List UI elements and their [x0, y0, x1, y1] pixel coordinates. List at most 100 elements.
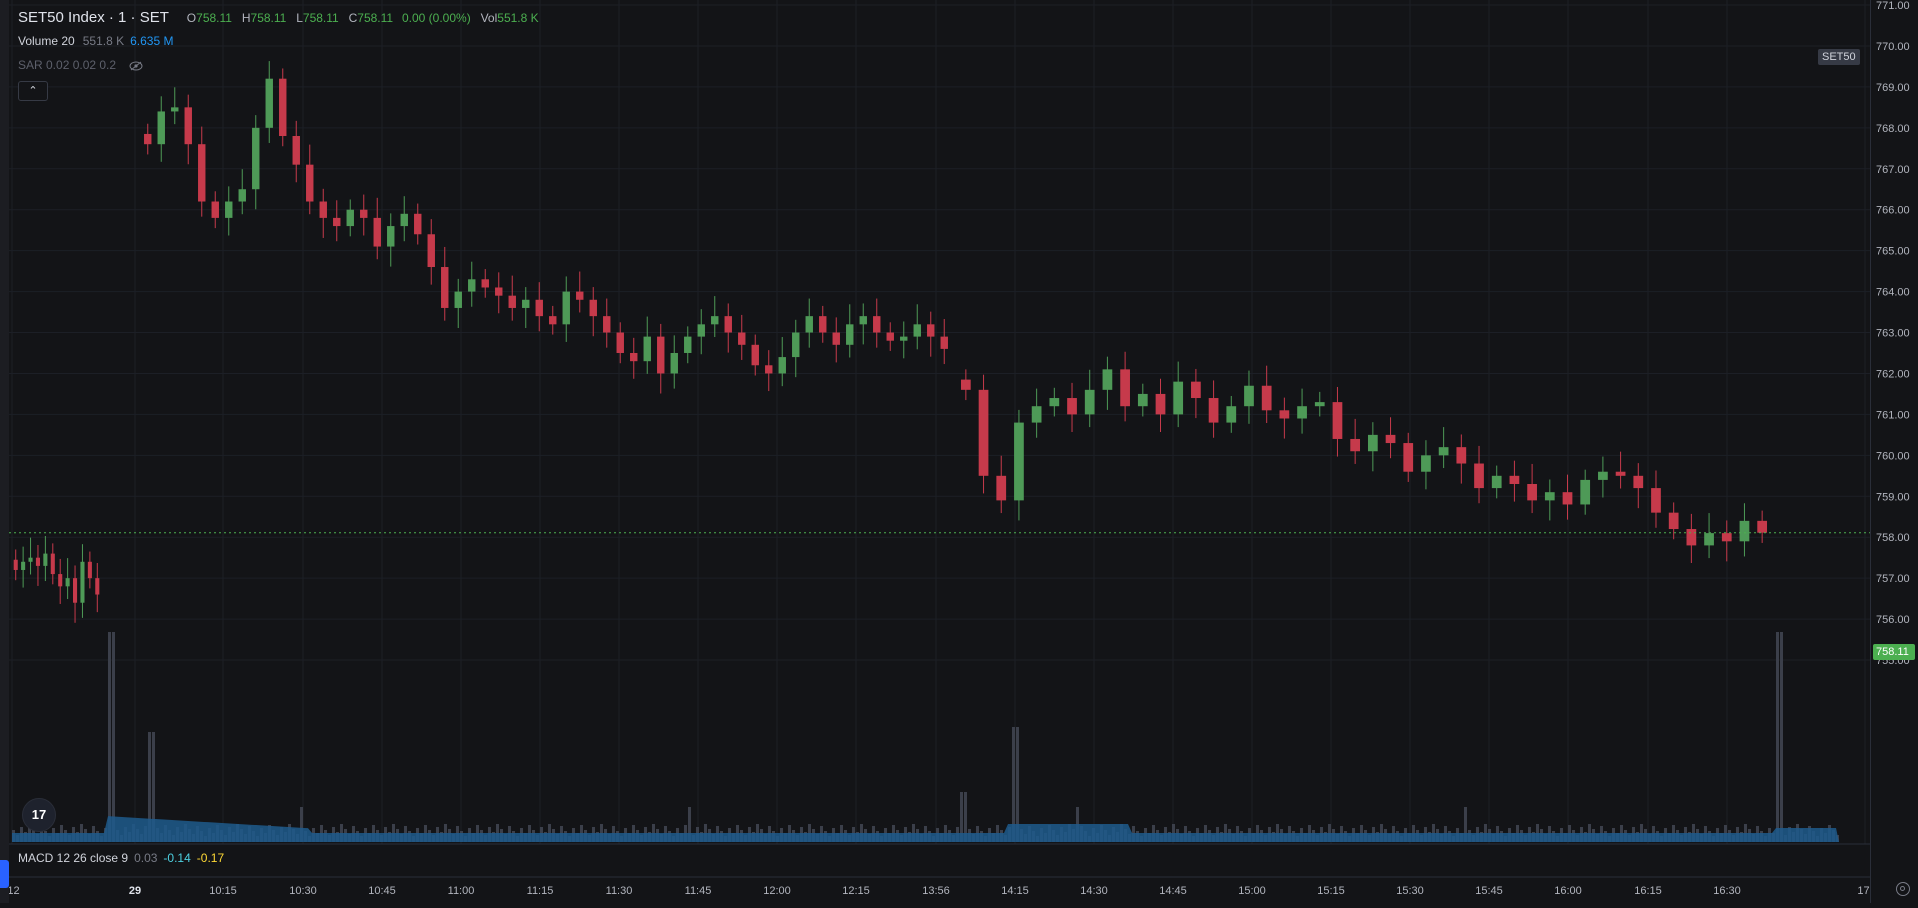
- high-value: 758.11: [250, 11, 287, 25]
- candle-body: [279, 78, 287, 137]
- price-chart[interactable]: :12 29 10:15 10:30 10:45 11:00 11:15 11:30 11:45…: [9, 0, 1870, 903]
- candle-body: [1297, 406, 1307, 419]
- volume-indicator-name: Volume 20: [18, 34, 75, 48]
- candle-body: [238, 189, 246, 202]
- candle-body: [1279, 410, 1290, 419]
- candle-body: [58, 574, 63, 587]
- price-tick-label: 768.00: [1876, 123, 1910, 135]
- candle-body: [1633, 475, 1644, 489]
- candle-body: [1474, 463, 1484, 489]
- time-tick-label: 12:15: [842, 885, 870, 897]
- candle-body: [940, 336, 948, 349]
- time-tick-label: 14:15: [1001, 885, 1029, 897]
- macd-indicator-legend[interactable]: MACD 12 26 close 9 0.03 -0.14 -0.17: [18, 851, 224, 865]
- candle-body: [80, 561, 85, 603]
- candle-body: [1261, 385, 1272, 411]
- candle-body: [1367, 434, 1378, 452]
- candle-body: [1084, 389, 1095, 415]
- low-value: 758.11: [302, 11, 339, 25]
- time-tick-label: 29: [129, 885, 141, 897]
- time-tick-label: 12:00: [763, 885, 791, 897]
- candle-body: [1120, 369, 1130, 407]
- macd-hist-value: 0.03: [134, 851, 158, 865]
- collapse-legend-button[interactable]: ⌃: [18, 81, 48, 101]
- price-tick-label: 762.00: [1876, 368, 1910, 380]
- candle-body: [50, 553, 55, 575]
- candle-body: [738, 332, 746, 345]
- volume-bar: [1776, 632, 1779, 842]
- candle-body: [1137, 393, 1148, 407]
- candle-body: [805, 316, 813, 333]
- candle-body: [1155, 393, 1166, 415]
- candle-body: [765, 365, 773, 374]
- candle-body: [1226, 406, 1237, 423]
- candle-body: [1403, 443, 1414, 472]
- time-tick-label: 13:56: [922, 885, 950, 897]
- candle-body: [576, 291, 584, 300]
- volume-indicator-legend[interactable]: Volume 20 551.8 K 6.635 M: [18, 34, 173, 48]
- symbol-title[interactable]: SET50 Index · 1 · SET: [18, 9, 169, 26]
- price-axis[interactable]: 771.00 770.00 769.00 768.00 767.00 766.00 765.…: [1870, 0, 1918, 903]
- candle-body: [603, 316, 611, 333]
- time-tick-label: 16:00: [1554, 885, 1582, 897]
- candle-body: [960, 379, 971, 390]
- candle-body: [265, 78, 273, 128]
- volume-value: 551.8 K: [497, 11, 539, 25]
- candle-body: [978, 389, 989, 476]
- candle-body: [1580, 479, 1591, 505]
- candle-body: [1438, 447, 1449, 456]
- candle-body: [292, 136, 300, 165]
- candle-body: [1509, 475, 1520, 484]
- macd-indicator-name: MACD 12 26 close 9: [18, 851, 129, 865]
- time-tick-label: 11:30: [606, 885, 633, 897]
- candle-body: [171, 107, 179, 112]
- candle-body: [1544, 492, 1555, 501]
- candle-body: [73, 578, 78, 603]
- candle-body: [913, 324, 921, 337]
- time-tick-label: 14:30: [1080, 885, 1108, 897]
- candle-body: [1704, 533, 1714, 546]
- open-value: 758.11: [196, 11, 232, 25]
- time-tick-label: 14:45: [1159, 885, 1187, 897]
- time-tick-label: :12: [9, 885, 20, 897]
- close-value: 758.11: [357, 11, 394, 25]
- candle-body: [1049, 398, 1060, 407]
- candle-body: [481, 279, 489, 288]
- time-tick-label: 15:00: [1238, 885, 1266, 897]
- candle-body: [1191, 381, 1201, 399]
- volume-bar: [112, 632, 115, 842]
- candle-body: [1598, 471, 1608, 480]
- candle-body: [697, 324, 705, 337]
- candle-body: [198, 144, 206, 202]
- candle-body: [87, 561, 92, 579]
- candle-body: [657, 336, 665, 374]
- candle-body: [778, 357, 786, 374]
- settings-icon[interactable]: [1896, 882, 1910, 896]
- sar-indicator-name: SAR 0.02 0.02 0.2: [18, 58, 117, 72]
- candle-body: [630, 352, 638, 362]
- candle-body: [522, 299, 530, 308]
- candle-body: [873, 316, 881, 333]
- price-tick-label: 764.00: [1876, 287, 1910, 299]
- candle-body: [589, 299, 597, 317]
- tradingview-logo-icon[interactable]: 17: [22, 798, 56, 832]
- scroll-marker[interactable]: [0, 860, 9, 888]
- change-value: 0.00 (0.00%): [401, 11, 471, 25]
- candle-body: [1686, 529, 1697, 546]
- sar-indicator-legend[interactable]: SAR 0.02 0.02 0.2: [18, 58, 143, 72]
- candle-body: [643, 336, 651, 362]
- candle-body: [724, 316, 732, 333]
- candle-body: [792, 332, 800, 358]
- left-toolbar-edge: [0, 0, 9, 903]
- candle-body: [670, 352, 678, 374]
- symbol-badge: SET50: [1818, 49, 1860, 65]
- candle-body: [1208, 398, 1219, 423]
- volume-bar: [108, 632, 111, 842]
- hidden-eye-icon[interactable]: [129, 61, 143, 71]
- candle-body: [1031, 406, 1042, 423]
- candle-body: [1332, 402, 1343, 439]
- candle-body: [225, 201, 233, 218]
- candle-body: [387, 226, 395, 247]
- symbol-legend: SET50 Index · 1 · SET O758.11 H758.11 L7…: [18, 9, 539, 26]
- candle-body: [1067, 398, 1077, 415]
